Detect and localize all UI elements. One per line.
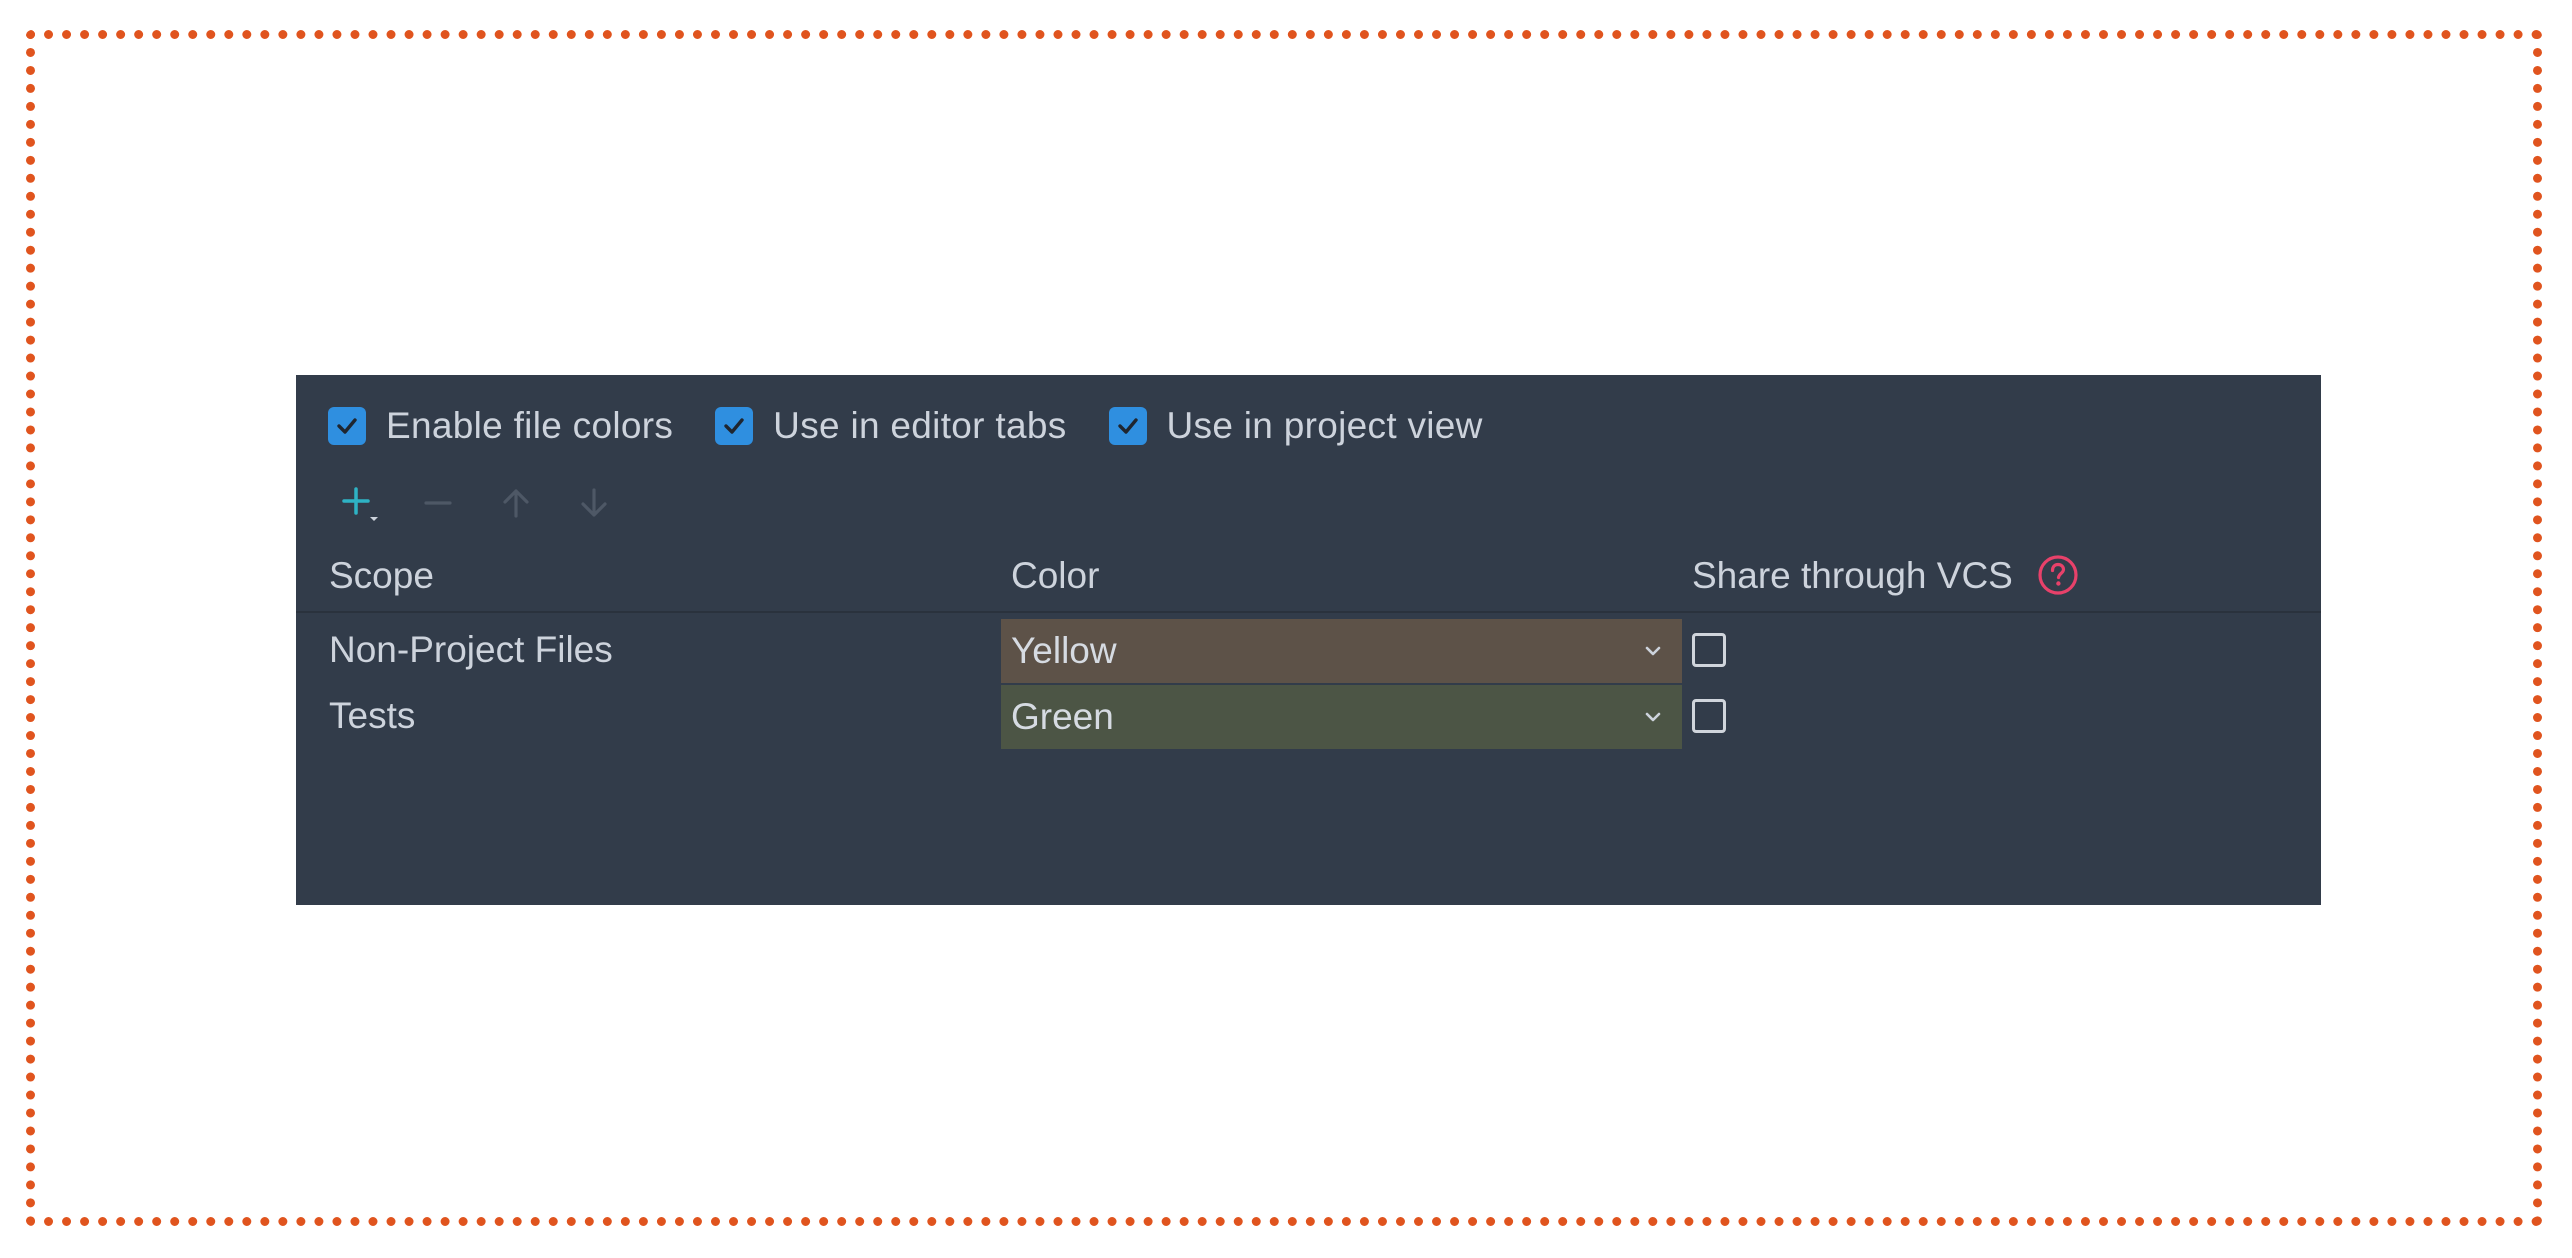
share-vcs-cell: [1692, 699, 1726, 733]
arrow-up-icon: [503, 489, 529, 518]
scope-cell: Tests: [329, 695, 416, 736]
share-vcs-label: Share through VCS: [1692, 555, 2013, 596]
color-value: Green: [1011, 696, 1114, 737]
use-in-editor-tabs-checkbox[interactable]: [715, 407, 754, 445]
help-icon[interactable]: [2037, 554, 2079, 596]
color-column-header: Color: [1011, 555, 1100, 596]
share-vcs-column-header: Share through VCS: [1692, 555, 2079, 597]
enable-file-colors-checkbox[interactable]: [328, 407, 366, 445]
question-mark-icon: [2038, 555, 2078, 595]
use-in-project-view-checkbox[interactable]: [1108, 407, 1147, 445]
table-toolbar: [336, 478, 648, 528]
table-row[interactable]: Non-Project Files Yellow: [296, 619, 2321, 683]
share-vcs-cell: [1692, 633, 1726, 667]
arrow-down-icon: [581, 488, 607, 517]
enable-file-colors-option[interactable]: Enable file colors: [328, 405, 673, 447]
move-down-button[interactable]: [570, 479, 618, 527]
scope-cell: Non-Project Files: [329, 629, 613, 670]
chevron-down-icon: [1645, 712, 1661, 722]
remove-button[interactable]: [414, 479, 462, 527]
use-in-project-view-label: Use in project view: [1166, 405, 1483, 446]
checkmark-icon: [1117, 418, 1138, 434]
table-header: Scope Color Share through VCS: [296, 553, 2321, 613]
minus-icon: [424, 501, 452, 505]
table-row[interactable]: Tests Green: [296, 685, 2321, 749]
use-in-project-view-option[interactable]: Use in project view: [1108, 405, 1483, 447]
plus-icon: [342, 487, 378, 521]
enable-file-colors-label: Enable file colors: [386, 405, 674, 446]
share-vcs-checkbox[interactable]: [1692, 699, 1726, 733]
share-vcs-checkbox[interactable]: [1692, 633, 1726, 667]
add-button[interactable]: [336, 479, 384, 527]
move-up-button[interactable]: [492, 479, 540, 527]
color-dropdown[interactable]: Yellow: [1001, 619, 1682, 683]
chevron-down-icon: [1645, 646, 1661, 656]
file-colors-panel: Enable file colors Use in editor tabs Us…: [296, 375, 2321, 905]
color-value: Yellow: [1011, 630, 1117, 671]
use-in-editor-tabs-option[interactable]: Use in editor tabs: [715, 405, 1066, 447]
scope-column-header: Scope: [329, 555, 434, 596]
use-in-editor-tabs-label: Use in editor tabs: [773, 405, 1067, 446]
checkmark-icon: [337, 418, 357, 434]
checkmark-icon: [724, 418, 744, 434]
options-row: Enable file colors Use in editor tabs Us…: [328, 399, 1525, 453]
color-dropdown[interactable]: Green: [1001, 685, 1682, 749]
